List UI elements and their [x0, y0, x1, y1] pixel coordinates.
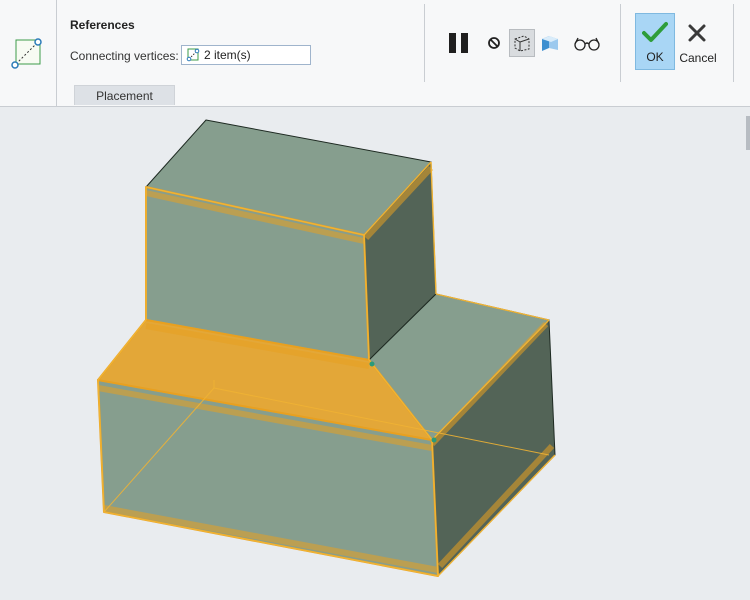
feature-preview-button[interactable]	[539, 29, 561, 57]
references-title: References	[70, 18, 135, 32]
vertex-marker[interactable]	[369, 361, 375, 367]
divider	[733, 4, 734, 82]
collector-value: 2 item(s)	[204, 48, 251, 62]
vertex-connection-feature-icon	[10, 36, 44, 70]
cancel-label: Cancel	[679, 51, 717, 65]
no-preview-icon	[488, 37, 500, 49]
glasses-button[interactable]	[572, 29, 602, 57]
verify-preview-icon	[514, 35, 530, 52]
checkmark-icon	[642, 22, 668, 42]
vertex-reference-icon	[186, 48, 200, 62]
pause-button[interactable]	[446, 29, 472, 57]
ok-button[interactable]: OK	[635, 13, 675, 70]
divider	[56, 0, 57, 106]
verify-preview-button[interactable]	[509, 29, 535, 57]
divider	[620, 4, 621, 82]
divider	[424, 4, 425, 82]
feature-preview-icon	[542, 36, 558, 51]
tab-placement[interactable]: Placement	[74, 85, 175, 105]
no-preview-button[interactable]	[484, 29, 504, 57]
pause-icon	[449, 33, 468, 53]
vertex-marker[interactable]	[431, 437, 437, 443]
model-viewport[interactable]	[0, 107, 750, 600]
cancel-button[interactable]: Cancel	[676, 13, 720, 70]
ok-label: OK	[646, 50, 664, 64]
close-icon	[688, 24, 706, 42]
ribbon: References Connecting vertices: 2 item(s…	[0, 0, 750, 107]
connecting-vertices-collector[interactable]: 2 item(s)	[181, 45, 311, 65]
connecting-vertices-label: Connecting vertices:	[70, 49, 179, 63]
glasses-icon	[574, 37, 600, 51]
